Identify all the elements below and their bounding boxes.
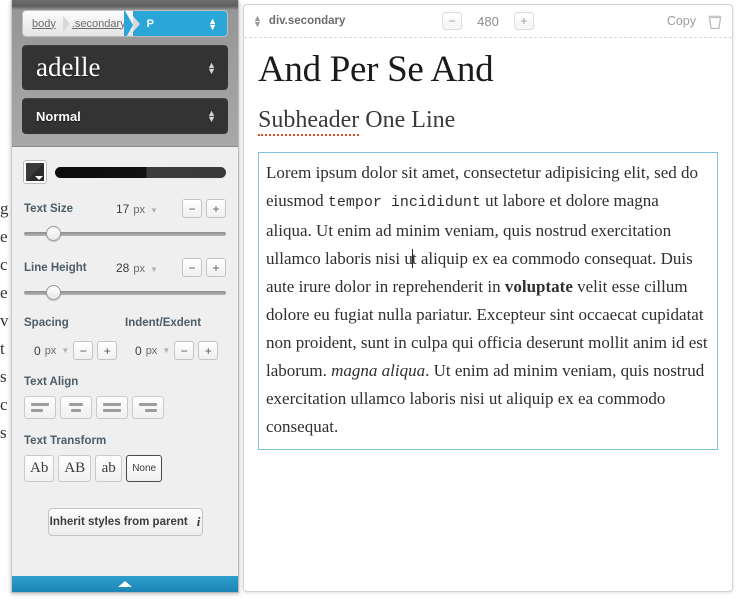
- text-size-value-group[interactable]: 17 px ▼: [116, 202, 182, 216]
- inherit-styles-button[interactable]: Inherit styles from parent i: [47, 508, 203, 536]
- font-family-value: adelle: [36, 52, 101, 82]
- line-height-slider-knob[interactable]: [46, 285, 62, 300]
- indent-decrement-button[interactable]: −: [174, 341, 195, 360]
- width-decrement-button[interactable]: −: [442, 12, 463, 30]
- panel-collapse-bar[interactable]: [12, 576, 238, 592]
- indent-unit: px: [145, 344, 158, 357]
- text-align-label: Text Align: [24, 376, 79, 388]
- breadcrumb-item-body[interactable]: body: [23, 11, 70, 36]
- document-subheader-rest: One Line: [359, 107, 456, 133]
- chevron-up-icon[interactable]: [118, 581, 132, 587]
- document-paragraph[interactable]: Lorem ipsum dolor sit amet, consectetur …: [258, 152, 718, 450]
- trash-icon[interactable]: [708, 14, 722, 29]
- indent-label: Indent/Exdent: [125, 317, 202, 329]
- chevron-up-down-icon[interactable]: ▲ ▼: [253, 14, 262, 29]
- width-increment-button[interactable]: +: [513, 12, 534, 30]
- text-size-slider-knob[interactable]: [46, 226, 62, 241]
- text-size-slider[interactable]: [24, 225, 226, 243]
- font-weight-select[interactable]: Normal ▲ ▼: [22, 98, 228, 134]
- align-left-button[interactable]: [24, 396, 56, 419]
- line-height-value-group[interactable]: 28 px ▼: [116, 261, 182, 275]
- breadcrumb[interactable]: body .secondary P ▲ ▼: [22, 10, 228, 37]
- text-size-label: Text Size: [24, 202, 73, 215]
- spacing-label: Spacing: [24, 317, 69, 329]
- chevron-down-icon[interactable]: ▼: [61, 346, 69, 355]
- indent-increment-button[interactable]: +: [198, 341, 219, 360]
- chevron-up-down-icon[interactable]: ▲ ▼: [208, 16, 217, 31]
- preview-toolbar: ▲ ▼ div.secondary − 480 + Copy: [244, 5, 732, 38]
- width-value: 480: [477, 13, 499, 29]
- color-gradient-slider[interactable]: [55, 166, 226, 178]
- text-transform-group: Ab AB ab None: [24, 455, 226, 482]
- align-right-button[interactable]: [132, 396, 164, 419]
- line-height-slider[interactable]: [24, 284, 226, 302]
- copy-button[interactable]: Copy: [667, 14, 696, 28]
- align-center-button[interactable]: [60, 396, 92, 419]
- preview-actions: Copy: [667, 14, 722, 29]
- line-height-row: Line Height 28 px ▼ − +: [24, 258, 226, 277]
- paragraph-monospace-span: tempor incididunt: [327, 194, 481, 211]
- transform-lowercase-button[interactable]: ab: [95, 455, 123, 482]
- line-height-stepper: − +: [182, 258, 226, 277]
- text-transform-label: Text Transform: [24, 435, 107, 447]
- font-family-select[interactable]: adelle ▲ ▼: [22, 45, 228, 90]
- font-weight-value: Normal: [36, 108, 81, 124]
- panel-header-section: body .secondary P ▲ ▼ adelle ▲ ▼ Normal ▲ ▼: [12, 0, 238, 147]
- chevron-up-down-icon[interactable]: ▲ ▼: [207, 109, 216, 124]
- chevron-down-icon[interactable]: ▼: [150, 265, 158, 274]
- text-size-increment-button[interactable]: +: [206, 199, 226, 218]
- text-size-unit: px: [133, 203, 145, 216]
- spacing-increment-button[interactable]: +: [97, 341, 118, 360]
- panel-controls-section: Text Size 17 px ▼ − + Line Height 28 px …: [12, 147, 238, 536]
- text-align-group: [24, 396, 226, 419]
- spacing-control: 0 px ▼ − +: [24, 341, 125, 360]
- line-height-label: Line Height: [24, 261, 87, 274]
- spacing-indent-controls: 0 px ▼ − + 0 px ▼ − +: [24, 341, 226, 360]
- text-size-row: Text Size 17 px ▼ − +: [24, 199, 226, 218]
- transform-uppercase-button[interactable]: AB: [58, 455, 92, 482]
- line-height-decrement-button[interactable]: −: [182, 258, 202, 277]
- preview-selector-title: div.secondary: [268, 15, 346, 27]
- inherit-styles-label: Inherit styles from parent: [49, 516, 188, 528]
- misspelled-word: Subheader: [258, 107, 360, 136]
- spacing-unit: px: [44, 344, 57, 357]
- spacing-indent-labels: Spacing Indent/Exdent: [24, 317, 226, 337]
- line-height-increment-button[interactable]: +: [206, 258, 226, 277]
- paragraph-italic-span: magna aliqua: [331, 361, 426, 380]
- transform-none-button[interactable]: None: [126, 455, 163, 482]
- text-size-value: 17: [116, 201, 130, 216]
- spacing-decrement-button[interactable]: −: [73, 341, 94, 360]
- preview-width-control: − 480 +: [442, 12, 534, 30]
- spacing-value: 0: [34, 343, 41, 358]
- info-icon[interactable]: i: [197, 514, 201, 530]
- preview-document: And Per Se And Subheader One Line Lorem …: [244, 38, 732, 450]
- chevron-up-down-icon[interactable]: ▲ ▼: [207, 60, 216, 75]
- chevron-down-icon[interactable]: ▼: [162, 346, 170, 355]
- text-size-stepper: − +: [182, 199, 226, 218]
- document-heading[interactable]: And Per Se And: [258, 48, 718, 91]
- transform-capitalize-button[interactable]: Ab: [24, 455, 55, 482]
- line-height-value: 28: [116, 260, 130, 275]
- text-color-row: [24, 161, 226, 183]
- document-subheader[interactable]: Subheader One Line: [258, 107, 718, 136]
- breadcrumb-item-secondary[interactable]: .secondary: [63, 11, 140, 36]
- align-justify-button[interactable]: [96, 396, 128, 419]
- chevron-down-icon[interactable]: ▼: [150, 206, 158, 215]
- text-size-decrement-button[interactable]: −: [182, 199, 202, 218]
- indent-control: 0 px ▼ − +: [125, 341, 226, 360]
- paragraph-bold-span: voluptate: [504, 277, 573, 296]
- preview-panel: ▲ ▼ div.secondary − 480 + Copy And Per Se…: [243, 4, 733, 592]
- indent-value: 0: [135, 343, 142, 358]
- color-swatch-icon[interactable]: [24, 161, 46, 183]
- line-height-unit: px: [133, 262, 145, 275]
- typography-editor-panel: body .secondary P ▲ ▼ adelle ▲ ▼ Normal ▲ ▼…: [11, 0, 239, 593]
